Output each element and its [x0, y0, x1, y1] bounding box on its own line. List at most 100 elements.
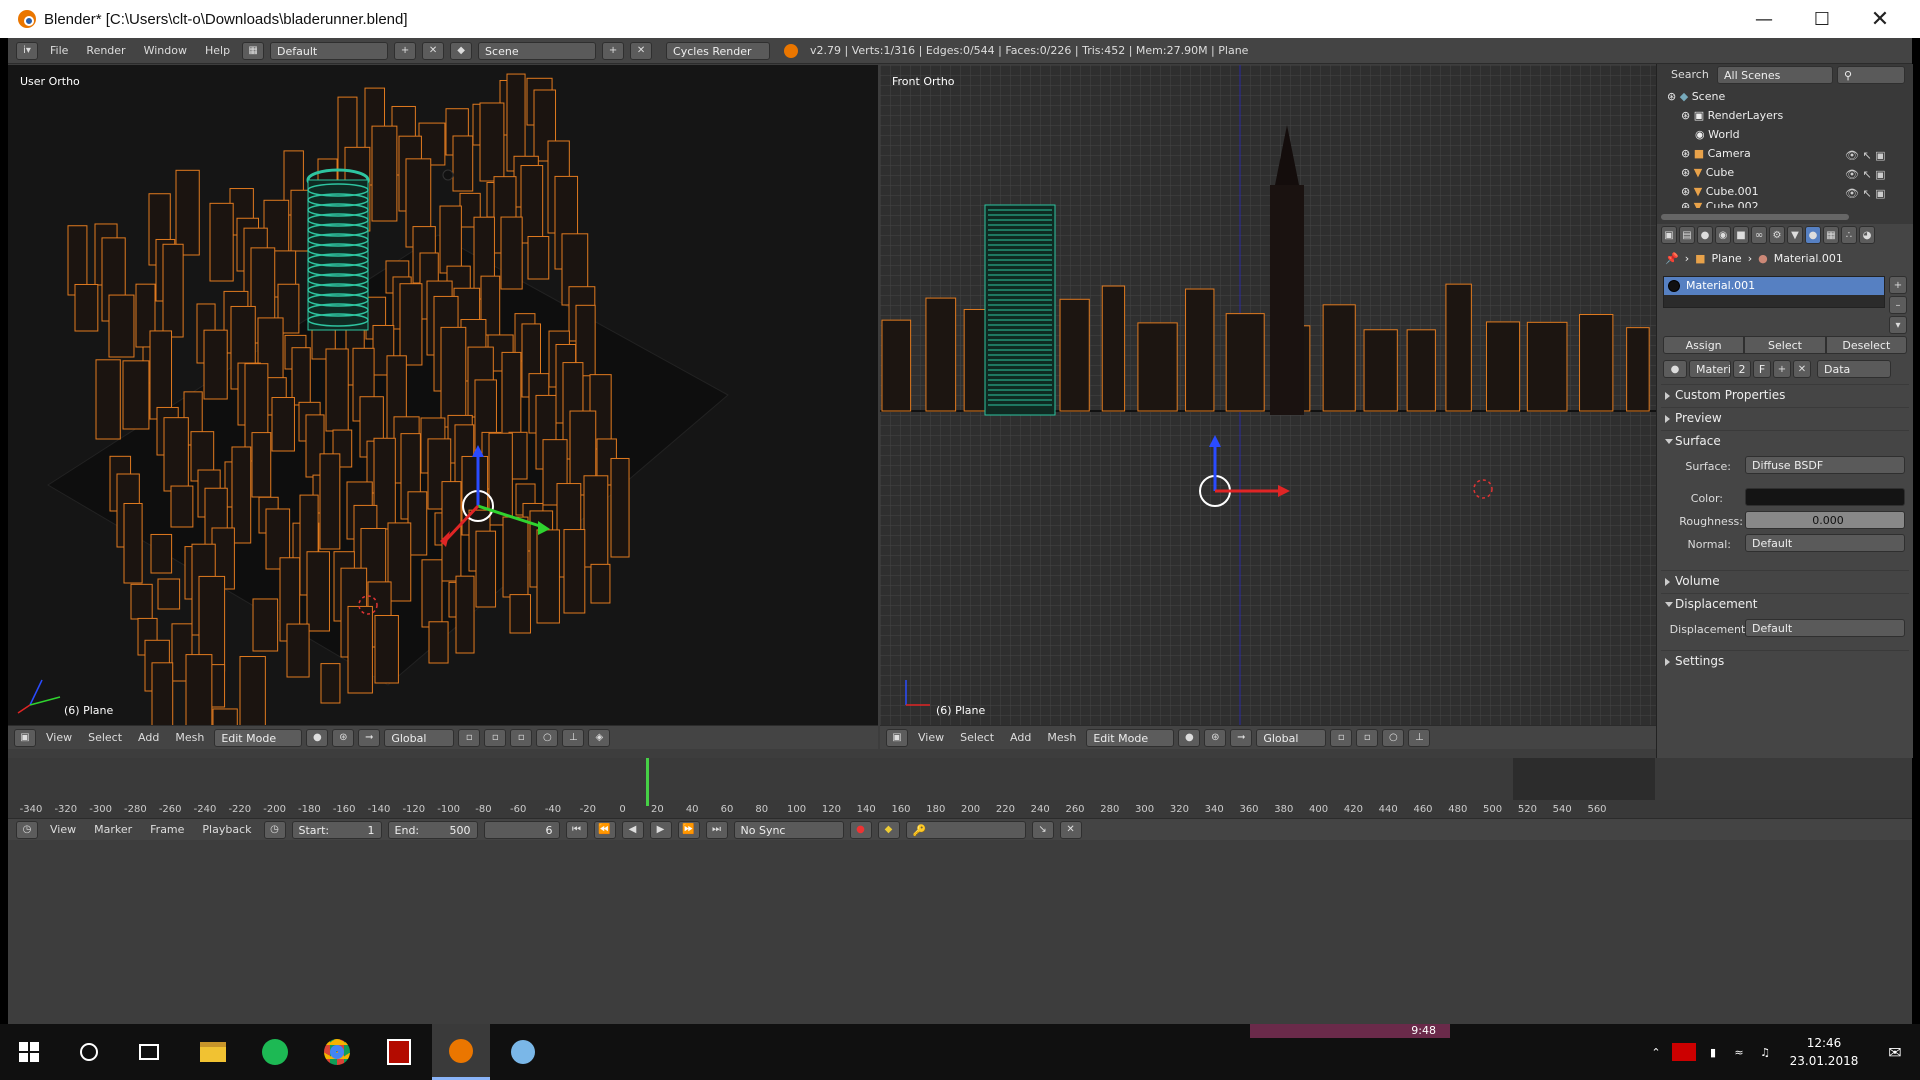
- panel-settings[interactable]: Settings: [1661, 650, 1909, 670]
- modifiers-tab-icon[interactable]: ⚙: [1769, 226, 1785, 244]
- new-material-icon[interactable]: +: [1773, 360, 1791, 378]
- snap-icon[interactable]: ⊥: [562, 728, 585, 747]
- playhead[interactable]: [646, 758, 649, 806]
- select-button[interactable]: Select: [1744, 336, 1826, 354]
- menu-file[interactable]: File: [44, 42, 74, 60]
- layout-grid-icon[interactable]: ▦: [242, 41, 265, 60]
- menu-help[interactable]: Help: [199, 42, 236, 60]
- preview-range-icon[interactable]: ◷: [263, 820, 286, 839]
- material-slot[interactable]: Material.001: [1664, 277, 1884, 295]
- layers-tab-icon[interactable]: ▤: [1679, 226, 1695, 244]
- menu-render[interactable]: Render: [80, 42, 131, 60]
- viewport-user-ortho[interactable]: User Ortho (6) Plane: [8, 65, 878, 725]
- constraints-tab-icon[interactable]: ∞: [1751, 226, 1767, 244]
- orientation-select[interactable]: Global: [1256, 728, 1327, 747]
- prev-keyframe-icon[interactable]: ⏪: [593, 820, 616, 839]
- menu-view[interactable]: View: [44, 821, 82, 839]
- outliner-scrollbar[interactable]: [1661, 214, 1849, 220]
- outliner-item-world[interactable]: ◉ World: [1695, 126, 1740, 144]
- notifications-icon[interactable]: ✉: [1870, 1043, 1920, 1062]
- physics-tab-icon[interactable]: ◕: [1859, 226, 1875, 244]
- task-view-icon[interactable]: [120, 1024, 178, 1080]
- editor-type-icon[interactable]: ◷: [16, 820, 38, 839]
- play-icon[interactable]: ▶: [649, 820, 672, 839]
- visibility-icons[interactable]: 👁 ↖ ▣ 👁 ↖ ▣ 👁 ↖ ▣: [1845, 146, 1886, 203]
- shading-icon[interactable]: ●: [306, 728, 329, 747]
- normal-select[interactable]: Default: [1745, 534, 1905, 552]
- spotify-icon[interactable]: [246, 1024, 304, 1080]
- outliner-item-renderlayers[interactable]: ⊛ ▣ RenderLayers: [1681, 107, 1783, 125]
- chrome-icon[interactable]: [308, 1024, 366, 1080]
- material-slot-list[interactable]: Material.001: [1663, 276, 1885, 308]
- tray-overflow-icon[interactable]: ⌃: [1644, 1046, 1668, 1059]
- add-slot-icon[interactable]: +: [1889, 276, 1907, 294]
- color-swatch[interactable]: [1745, 488, 1905, 506]
- deselect-button[interactable]: Deselect: [1825, 336, 1907, 354]
- unlink-material-icon[interactable]: ✕: [1793, 360, 1811, 378]
- mode-select[interactable]: Edit Mode: [214, 728, 303, 747]
- displacement-select[interactable]: Default: [1745, 619, 1905, 637]
- remove-slot-icon[interactable]: –: [1889, 296, 1907, 314]
- vertex-select-icon[interactable]: ▫: [458, 728, 481, 747]
- insert-keyframe-icon[interactable]: ↘: [1031, 820, 1054, 839]
- world-tab-icon[interactable]: ◉: [1715, 226, 1731, 244]
- user-count[interactable]: 2: [1733, 360, 1751, 378]
- edge-select-icon[interactable]: ▫: [1356, 728, 1379, 747]
- material-tab-icon[interactable]: ●: [1805, 226, 1821, 244]
- render-tab-icon[interactable]: ▣: [1661, 226, 1677, 244]
- record-icon[interactable]: ●: [849, 820, 872, 839]
- end-frame-field[interactable]: End: 500: [387, 820, 478, 839]
- manipulator-icon[interactable]: ➞: [1230, 728, 1253, 747]
- jump-start-icon[interactable]: ⏮: [565, 820, 588, 839]
- render-preview-icon[interactable]: ◈: [588, 728, 611, 747]
- pivot-icon[interactable]: ⊛: [1204, 728, 1227, 747]
- close-icon[interactable]: ✕: [1851, 0, 1909, 38]
- info-editor-type-icon[interactable]: i▾: [16, 41, 38, 60]
- menu-view[interactable]: View: [912, 729, 950, 747]
- battery-icon[interactable]: ▮: [1700, 1046, 1726, 1059]
- outliner-item-cube002[interactable]: ⊛ ▼ Cube.002: [1681, 198, 1759, 208]
- tray-app-icon[interactable]: [1672, 1043, 1696, 1061]
- menu-frame[interactable]: Frame: [144, 821, 190, 839]
- outliner-search-input[interactable]: ⚲: [1837, 66, 1905, 84]
- menu-playback[interactable]: Playback: [196, 821, 257, 839]
- scene-tab-icon[interactable]: ●: [1697, 226, 1713, 244]
- texture-tab-icon[interactable]: ▦: [1823, 226, 1839, 244]
- mode-select[interactable]: Edit Mode: [1086, 728, 1175, 747]
- keying-set-field[interactable]: 🔑: [905, 820, 1026, 839]
- snap-icon[interactable]: ⊥: [1408, 728, 1431, 747]
- object-tab-icon[interactable]: ■: [1733, 226, 1749, 244]
- slot-specials-icon[interactable]: ▾: [1889, 316, 1907, 334]
- outliner-filter-select[interactable]: All Scenes: [1717, 66, 1833, 84]
- file-explorer-icon[interactable]: [184, 1024, 242, 1080]
- menu-marker[interactable]: Marker: [88, 821, 138, 839]
- render-engine-select[interactable]: Cycles Render: [666, 41, 771, 60]
- panel-preview[interactable]: Preview: [1661, 407, 1909, 427]
- edge-select-icon[interactable]: ▫: [484, 728, 507, 747]
- start-frame-field[interactable]: Start: 1: [291, 820, 382, 839]
- shading-icon[interactable]: ●: [1178, 728, 1201, 747]
- remove-layout-icon[interactable]: ✕: [422, 41, 445, 60]
- windows-start-icon[interactable]: [0, 1024, 58, 1080]
- wifi-icon[interactable]: ≈: [1726, 1046, 1752, 1059]
- panel-custom-properties[interactable]: Custom Properties: [1661, 384, 1909, 404]
- roughness-slider[interactable]: 0.000: [1745, 511, 1905, 529]
- acrobat-icon[interactable]: [370, 1024, 428, 1080]
- volume-icon[interactable]: ♫: [1752, 1046, 1778, 1059]
- surface-shader-select[interactable]: Diffuse BSDF: [1745, 456, 1905, 474]
- pivot-icon[interactable]: ⊛: [332, 728, 355, 747]
- minimize-icon[interactable]: —: [1735, 0, 1793, 38]
- editor-type-icon[interactable]: ▣: [14, 728, 36, 747]
- particles-tab-icon[interactable]: ∴: [1841, 226, 1857, 244]
- menu-add[interactable]: Add: [132, 729, 165, 747]
- outliner-item-scene[interactable]: ⊛ ◆ Scene: [1667, 88, 1725, 106]
- material-name-field[interactable]: Materi: [1689, 360, 1731, 378]
- panel-displacement[interactable]: Displacement: [1661, 593, 1909, 613]
- manipulator-icon[interactable]: ➞: [358, 728, 381, 747]
- outliner-item-cube[interactable]: ⊛ ▼ Cube: [1681, 164, 1734, 182]
- face-select-icon[interactable]: ▫: [510, 728, 533, 747]
- clock[interactable]: 12:46 23.01.2018: [1778, 1034, 1870, 1070]
- data-tab-icon[interactable]: ▼: [1787, 226, 1803, 244]
- play-reverse-icon[interactable]: ◀: [621, 820, 644, 839]
- add-scene-icon[interactable]: +: [602, 41, 625, 60]
